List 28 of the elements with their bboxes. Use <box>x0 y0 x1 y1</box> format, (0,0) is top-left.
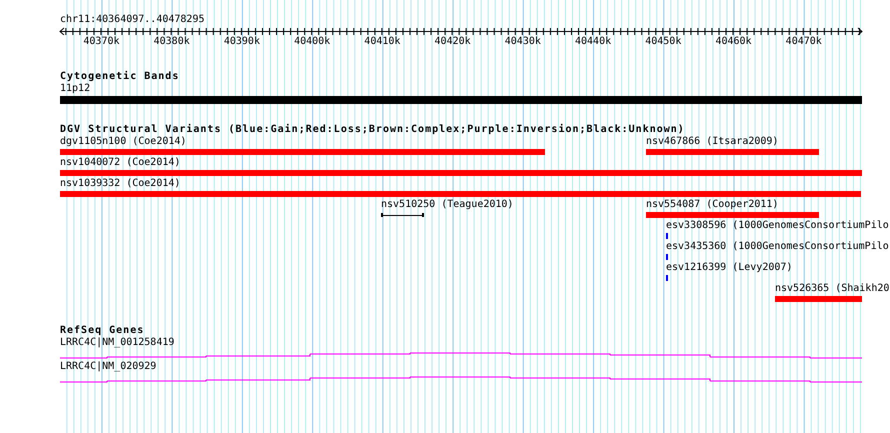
feature-label: nsv554087 (Cooper2011) <box>646 199 778 211</box>
tick-label: 40400k <box>294 36 330 47</box>
feature-label: esv3435360 (1000GenomesConsortiumPilo <box>666 241 889 253</box>
feature-label: esv1216399 (Levy2007) <box>666 262 792 274</box>
tick-label: 40430k <box>504 36 541 47</box>
feature-label: LRRC4C|NM_001258419 <box>60 337 174 349</box>
track-title: RefSeq Genes <box>60 325 144 337</box>
tick-label: 40450k <box>645 36 682 47</box>
feature-label: esv3308596 (1000GenomesConsortiumPilo <box>666 220 889 232</box>
tick-label: 40390k <box>224 36 260 47</box>
tick-label: 40380k <box>154 36 190 47</box>
tick-label: 40460k <box>715 36 752 47</box>
track-title: Cytogenetic Bands <box>60 71 180 83</box>
track-title: DGV Structural Variants (Blue:Gain;Red:Loss;Brown:Complex;Purple:Inversion;Black:Unknown) <box>60 124 685 136</box>
feature-label: 11p12 <box>60 83 90 95</box>
feature-label: LRRC4C|NM_020929 <box>60 361 156 373</box>
feature-label: nsv467866 (Itsara2009) <box>646 136 778 148</box>
tick-label: 40440k <box>574 36 612 47</box>
tick-label: 40470k <box>786 36 822 47</box>
feature-label: nsv510250 (Teague2010) <box>381 199 514 211</box>
tick-label: 40420k <box>434 36 471 47</box>
tick-label: 40370k <box>83 36 120 47</box>
feature-label: nsv1040072 (Coe2014) <box>60 157 180 169</box>
feature-label: nsv526365 (Shaikh20 <box>775 283 890 295</box>
tick-label: 40410k <box>364 36 400 47</box>
feature-label: nsv1039332 (Coe2014) <box>60 178 180 190</box>
location-label: chr11:40364097..40478295 <box>60 14 204 26</box>
feature-label: dgv1105n100 (Coe2014) <box>60 136 186 148</box>
